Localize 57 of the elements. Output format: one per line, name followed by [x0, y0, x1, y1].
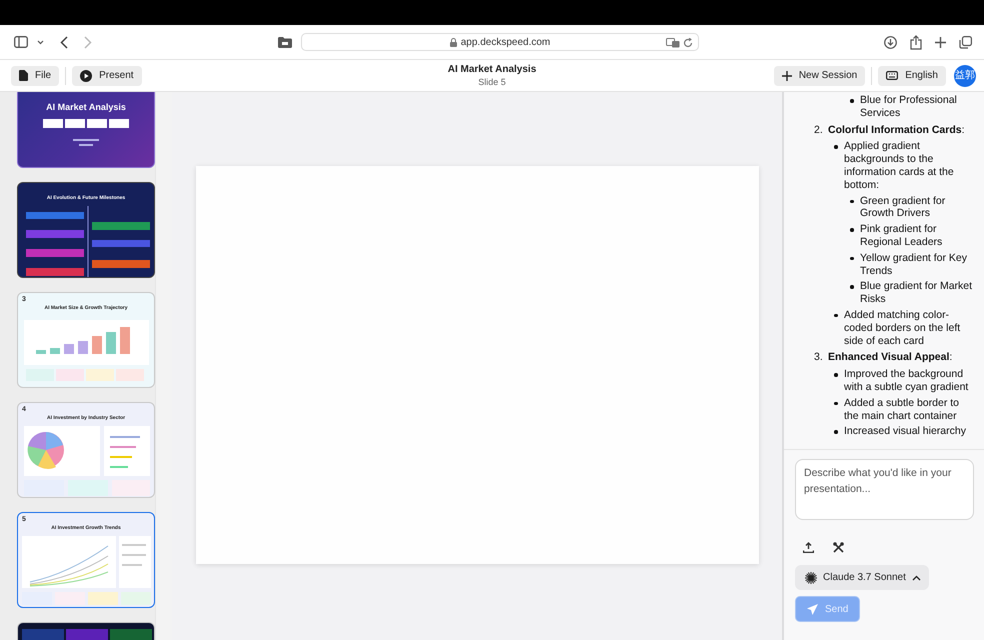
list-number: 2. — [814, 124, 824, 136]
back-icon[interactable] — [60, 36, 68, 48]
chevron-up-icon — [912, 574, 921, 580]
user-avatar[interactable]: 益郭 — [954, 64, 976, 86]
bullet-icon — [850, 99, 854, 102]
slide-indicator: Slide 5 — [478, 76, 506, 88]
tabs-icon[interactable] — [959, 36, 972, 48]
upload-icon[interactable] — [803, 542, 814, 553]
download-icon[interactable] — [884, 36, 897, 48]
present-button[interactable]: Present — [72, 66, 142, 86]
keyboard-icon — [886, 71, 898, 80]
folder-icon[interactable] — [278, 36, 292, 48]
response-text: Green gradient for Growth Drivers — [860, 194, 946, 220]
starburst-icon — [805, 572, 817, 584]
reload-icon[interactable] — [683, 38, 693, 48]
send-icon — [807, 604, 818, 614]
share-icon[interactable] — [910, 34, 922, 50]
address-bar[interactable]: app.deckspeed.com — [301, 33, 699, 51]
bullet-icon — [850, 228, 854, 232]
chevron-down-icon[interactable] — [37, 40, 44, 44]
response-text: Applied gradient backgrounds to the information cards at the bottom: — [844, 140, 955, 192]
response-text: Improved the background with a subtle cyan gradient — [844, 368, 970, 394]
response-heading: Enhanced Visual Appeal: — [828, 351, 954, 364]
file-button[interactable]: File — [11, 66, 60, 86]
response-text: Yellow gradient for Key Trends — [860, 252, 968, 278]
sidebar-icon[interactable] — [14, 36, 28, 48]
bullet-icon — [850, 256, 854, 260]
response-text: Increased visual hierarchy — [844, 425, 967, 438]
slide-title: AI Market Analysis — [46, 102, 126, 112]
new-session-button[interactable]: New Session — [774, 66, 866, 86]
response-text: Added a subtle border to the main chart container — [844, 396, 960, 422]
bullet-icon — [834, 145, 838, 149]
bullet-icon — [834, 430, 838, 434]
scrollbar-track[interactable] — [155, 92, 172, 640]
response-text: Pink gradient for Regional Leaders — [860, 223, 944, 249]
bullet-icon — [834, 314, 838, 318]
presentation-title: AI Market Analysis — [448, 63, 536, 76]
slide-thumbnail[interactable]: AI Market Analysis — [17, 92, 155, 168]
bullet-icon — [850, 200, 854, 204]
response-text: Blue gradient for Market Risks — [860, 280, 974, 306]
play-icon — [80, 70, 92, 82]
plus-icon[interactable] — [935, 36, 946, 48]
response-text: Added matching color-coded borders on the left side of each card — [844, 308, 962, 348]
bullet-icon — [850, 285, 854, 289]
translate-icon[interactable] — [666, 38, 680, 48]
response-heading: Colorful Information Cards: — [828, 124, 966, 136]
response-text: Blue for Professional Services — [860, 94, 958, 120]
model-selector[interactable]: Claude 3.7 Sonnet — [795, 565, 929, 590]
language-button[interactable]: English — [878, 66, 946, 86]
list-number: 3. — [814, 351, 824, 364]
bullet-icon — [834, 373, 838, 377]
plus-icon — [782, 70, 792, 80]
lock-icon — [450, 38, 457, 46]
prompt-input[interactable]: Describe what you'd like in your presentation... — [795, 459, 974, 520]
tools-icon[interactable] — [833, 542, 844, 553]
document-icon — [19, 70, 28, 81]
bullet-icon — [834, 402, 838, 406]
